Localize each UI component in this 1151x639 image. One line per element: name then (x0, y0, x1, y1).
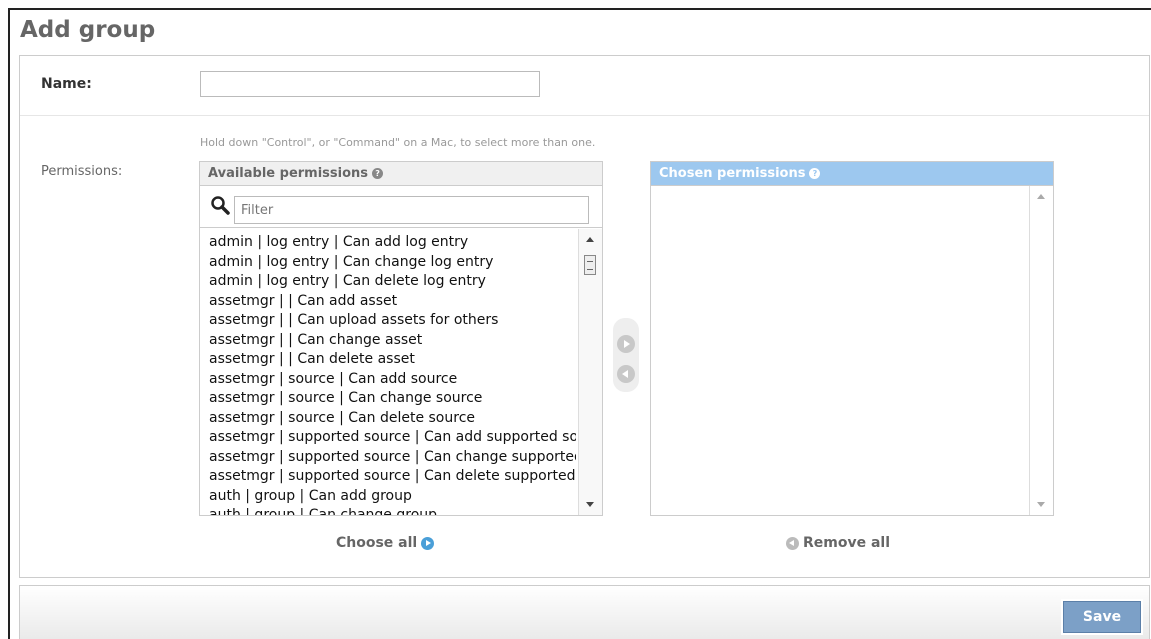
remove-arrow-icon[interactable] (617, 365, 635, 383)
remove-all-label: Remove all (803, 535, 891, 551)
submit-row (19, 585, 1150, 639)
permission-option[interactable]: assetmgr | supported source | Can delete… (209, 467, 576, 487)
permission-option[interactable]: auth | group | Can add group (209, 487, 576, 507)
chosen-list-scrollbar[interactable] (1029, 186, 1053, 515)
scroll-up-arrow-icon[interactable] (586, 237, 594, 242)
scroll-thumb[interactable] (584, 255, 596, 275)
scroll-down-arrow-icon[interactable] (586, 502, 594, 507)
filter-input[interactable] (234, 196, 589, 224)
chosen-permissions-header: Chosen permissions? (651, 162, 1053, 186)
search-icon (211, 196, 230, 215)
available-list-scrollbar[interactable] (578, 229, 602, 515)
permissions-label: Permissions: (41, 164, 123, 179)
permission-option[interactable]: assetmgr | source | Can delete source (209, 409, 576, 429)
available-permissions-list[interactable]: admin | log entry | Can add log entry adm… (200, 229, 576, 515)
permission-option[interactable]: admin | log entry | Can change log entry (209, 253, 576, 273)
name-input[interactable] (200, 71, 540, 97)
chosen-permissions-title: Chosen permissions (659, 166, 806, 181)
chosen-permissions-selector: Chosen permissions? (650, 161, 1054, 516)
permission-option[interactable]: assetmgr | | Can upload assets for other… (209, 311, 576, 331)
page-title: Add group (20, 17, 156, 43)
question-icon: ? (372, 168, 384, 179)
permission-option[interactable]: assetmgr | | Can add asset (209, 292, 576, 312)
permission-option[interactable]: assetmgr | source | Can add source (209, 370, 576, 390)
name-row: Name: (20, 56, 1149, 116)
group-form: Name: Hold down "Control", or "Command" … (19, 55, 1150, 578)
choose-all-label: Choose all (336, 535, 418, 551)
question-icon: ? (809, 168, 821, 179)
save-button[interactable]: Save (1061, 599, 1143, 635)
add-arrow-icon[interactable] (617, 335, 635, 353)
arrow-left-circle-icon (786, 536, 799, 550)
remove-all-link[interactable]: Remove all (786, 535, 890, 551)
available-permissions-selector: Available permissions? admin | log entry… (199, 161, 603, 516)
choose-all-link[interactable]: Choose all (336, 535, 435, 551)
permission-option[interactable]: assetmgr | source | Can change source (209, 389, 576, 409)
name-label: Name: (41, 76, 92, 92)
scroll-up-arrow-icon[interactable] (1037, 194, 1045, 199)
available-permissions-header: Available permissions? (200, 162, 602, 186)
move-controls (613, 318, 639, 392)
permission-option[interactable]: assetmgr | | Can change asset (209, 331, 576, 351)
scroll-down-arrow-icon[interactable] (1037, 502, 1045, 507)
permission-option[interactable]: admin | log entry | Can delete log entry (209, 272, 576, 292)
help-text: Hold down "Control", or "Command" on a M… (200, 136, 596, 149)
available-permissions-title: Available permissions (208, 166, 369, 181)
chosen-permissions-list[interactable] (651, 186, 1053, 515)
available-permissions-listbox[interactable]: admin | log entry | Can add log entry adm… (200, 229, 602, 515)
permission-option[interactable]: admin | log entry | Can add log entry (209, 233, 576, 253)
filter-row (200, 186, 602, 228)
permission-option[interactable]: assetmgr | | Can delete asset (209, 350, 576, 370)
permission-option[interactable]: auth | group | Can change group (209, 506, 576, 515)
permission-option[interactable]: assetmgr | supported source | Can change… (209, 448, 576, 468)
arrow-right-circle-icon (421, 536, 435, 550)
permission-option[interactable]: assetmgr | supported source | Can add su… (209, 428, 576, 448)
